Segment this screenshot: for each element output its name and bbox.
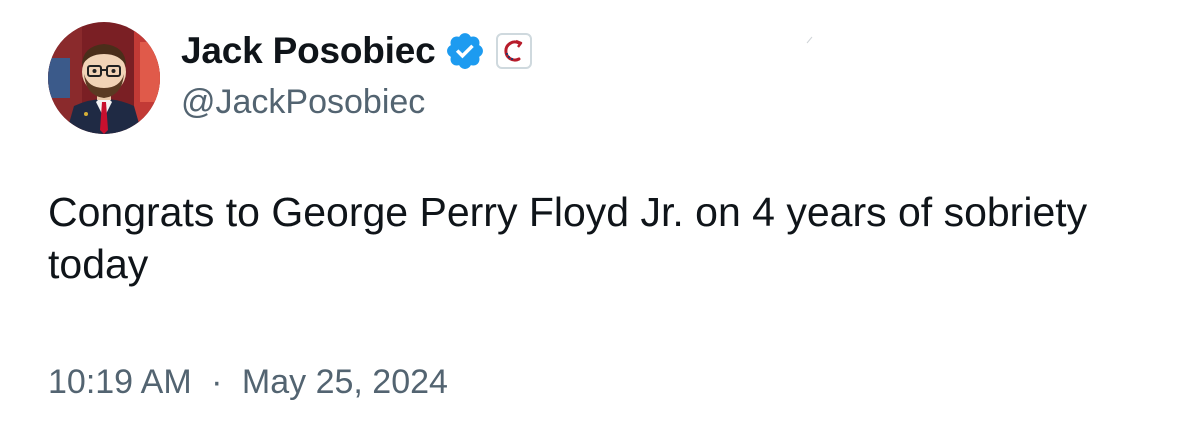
verified-check-icon[interactable] [444,30,486,72]
tweet-date[interactable]: May 25, 2024 [242,363,448,401]
tweet-timestamp[interactable]: 10:19 AM · May 25, 2024 [48,363,448,402]
avatar-portrait-icon [48,22,160,134]
tweet-time[interactable]: 10:19 AM [48,363,192,401]
tweet-card: Jack Posobiec @JackPosobiec Congrats to … [0,0,1200,432]
tweet-text: Congrats to George Perry Floyd Jr. on 4 … [48,189,1088,287]
author-name-row: Jack Posobiec [181,27,532,75]
affiliate-badge-icon[interactable] [495,33,532,69]
author-avatar[interactable] [48,22,160,134]
faint-artifact-mark [806,36,813,44]
author-display-name[interactable]: Jack Posobiec [181,30,436,72]
author-handle[interactable]: @JackPosobiec [181,83,425,122]
timestamp-separator: · [211,363,223,401]
